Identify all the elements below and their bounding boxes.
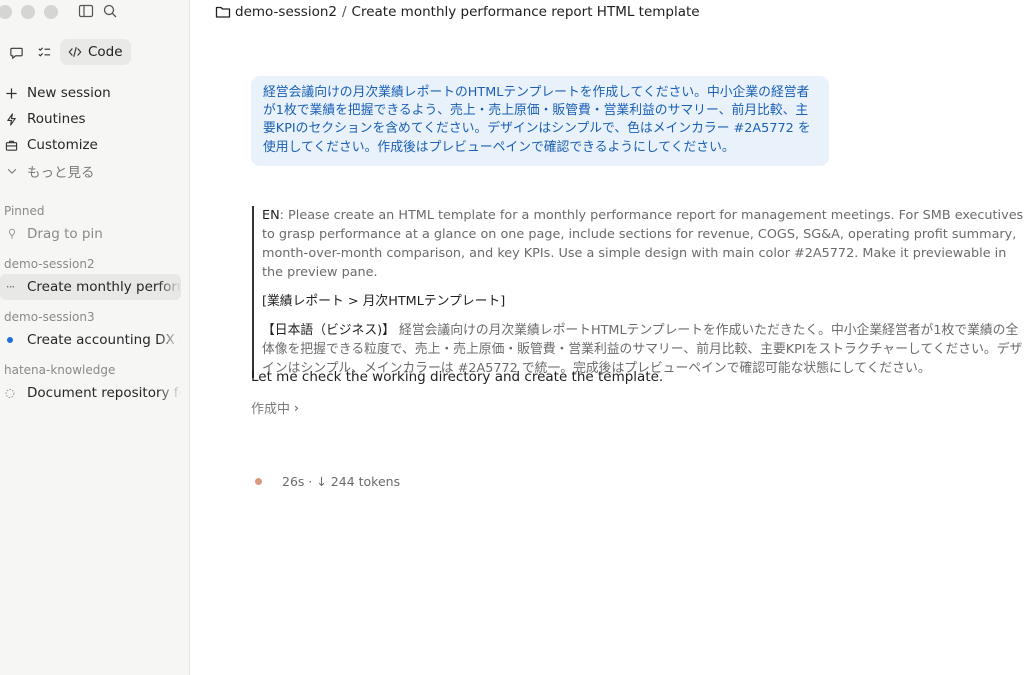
pinned-section-label: Pinned [4,204,45,218]
quote-english: EN: Please create an HTML template for a… [262,206,1024,282]
plus-icon [6,87,17,99]
main-panel: demo-session2 / Create monthly performan… [190,0,1024,675]
new-session-button[interactable]: New session [0,80,189,106]
folder-icon [215,6,231,18]
assistant-message: Let me check the working directory and c… [251,369,664,385]
code-tab[interactable]: Code [60,39,131,65]
group-label-demo-session2: demo-session2 [4,257,95,271]
quote-en-text: : Please create an HTML template for a m… [262,208,1024,280]
generation-stats: 26s · ↓ 244 tokens [255,474,400,489]
stats-text: 26s · ↓ 244 tokens [282,474,401,489]
checklist-icon [37,46,50,57]
lightning-icon [7,112,16,126]
customize-label: Customize [27,137,98,153]
quote-heading: [業績レポート > 月次HTMLテンプレート] [262,294,506,309]
working-indicator-icon [255,478,262,485]
zoom-window-button[interactable] [44,5,58,19]
chat-tab[interactable] [4,40,28,64]
running-indicator-icon: ··· [5,280,15,294]
show-more-label: もっと見る [27,165,95,181]
quote-jp-prefix: 【日本語（ビジネス)】 [262,323,395,338]
tasks-tab[interactable] [32,40,56,64]
show-more-button[interactable]: もっと見る [0,158,189,184]
code-icon [68,47,82,57]
session-title: Create accounting DX presentation [27,332,181,348]
group-label-hatena-knowledge: hatena-knowledge [4,363,116,377]
sidebar-nav: New session Routines Customize もっと見る Pin… [0,80,189,406]
sidebar: Code New session Routines Customize もっと見… [0,0,190,675]
user-message-text: 経営会議向けの月次業績レポートのHTMLテンプレートを作成してください。中小企業… [263,85,811,155]
chevron-right-icon: › [294,400,299,415]
user-message-bubble: 経営会議向けの月次業績レポートのHTMLテンプレートを作成してください。中小企業… [251,76,829,166]
chat-icon [9,47,23,59]
close-window-button[interactable] [0,5,12,19]
pin-drop-zone[interactable]: Drag to pin [0,221,189,247]
group-label-demo-session3: demo-session3 [4,310,95,324]
routines-button[interactable]: Routines [0,106,189,132]
session-title: Create monthly performance report HTML t… [27,279,181,295]
window-controls [0,5,58,19]
pin-icon [8,228,15,239]
breadcrumb-folder[interactable]: demo-session2 [235,4,337,20]
translation-quote-block: EN: Please create an HTML template for a… [252,206,1024,378]
session-item-monthly-report[interactable]: ··· Create monthly performance report HT… [0,274,181,300]
briefcase-icon [5,140,18,151]
session-title: Document repository folder structure [27,385,181,401]
sidebar-toggle-icon[interactable] [78,3,94,19]
chevron-down-icon [7,168,16,174]
breadcrumb-title: Create monthly performance report HTML t… [351,4,700,20]
quote-en-prefix: EN [262,208,280,223]
tool-status-toggle[interactable]: 作成中 › [251,398,299,418]
pin-placeholder: Drag to pin [27,226,103,242]
pending-circle-icon [5,388,15,398]
search-icon[interactable] [102,3,118,19]
new-session-label: New session [27,85,111,101]
unread-dot-icon [7,337,13,343]
routines-label: Routines [27,111,86,127]
breadcrumb: demo-session2 / Create monthly performan… [215,4,700,20]
customize-button[interactable]: Customize [0,132,189,158]
tool-status-text: 作成中 [251,402,291,417]
session-item-document-repository[interactable]: Document repository folder structure [0,380,181,406]
session-item-accounting-dx[interactable]: Create accounting DX presentation [0,327,181,353]
minimize-window-button[interactable] [21,5,35,19]
mode-tabs: Code [4,39,131,65]
breadcrumb-separator: / [341,4,347,20]
code-tab-label: Code [88,44,123,60]
